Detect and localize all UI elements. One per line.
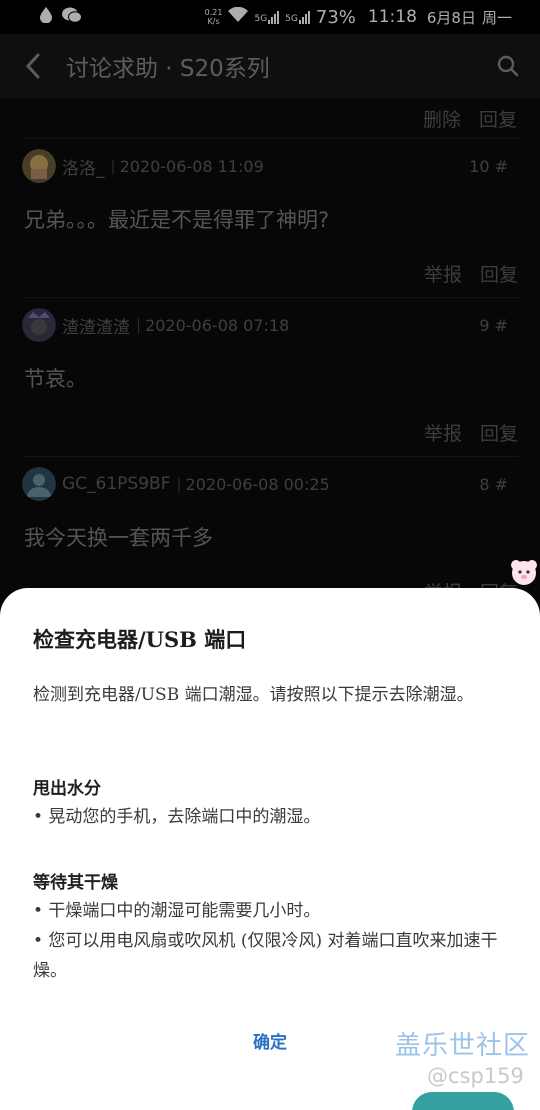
- section-bullet: • 干燥端口中的潮湿可能需要几小时。: [33, 901, 321, 921]
- dialog-title: 检查充电器/USB 端口: [33, 627, 247, 652]
- section-bullet: • 您可以用电风扇或吹风机 (仅限冷风) 对着端口直吹来加速干燥。: [33, 931, 498, 981]
- section-title-dry: 等待其干燥: [33, 873, 118, 893]
- section-title-shake: 甩出水分: [33, 779, 101, 799]
- watermark-user: @csp159: [427, 1064, 524, 1088]
- floating-button[interactable]: [412, 1092, 514, 1110]
- dialog-intro: 检测到充电器/USB 端口潮湿。请按照以下提示去除潮湿。: [33, 685, 474, 705]
- section-bullet: • 晃动您的手机，去除端口中的潮湿。: [33, 807, 321, 827]
- mascot-icon: [508, 556, 540, 588]
- confirm-button[interactable]: 确定: [220, 1020, 320, 1060]
- watermark-site: 盖乐世社区: [395, 1031, 531, 1061]
